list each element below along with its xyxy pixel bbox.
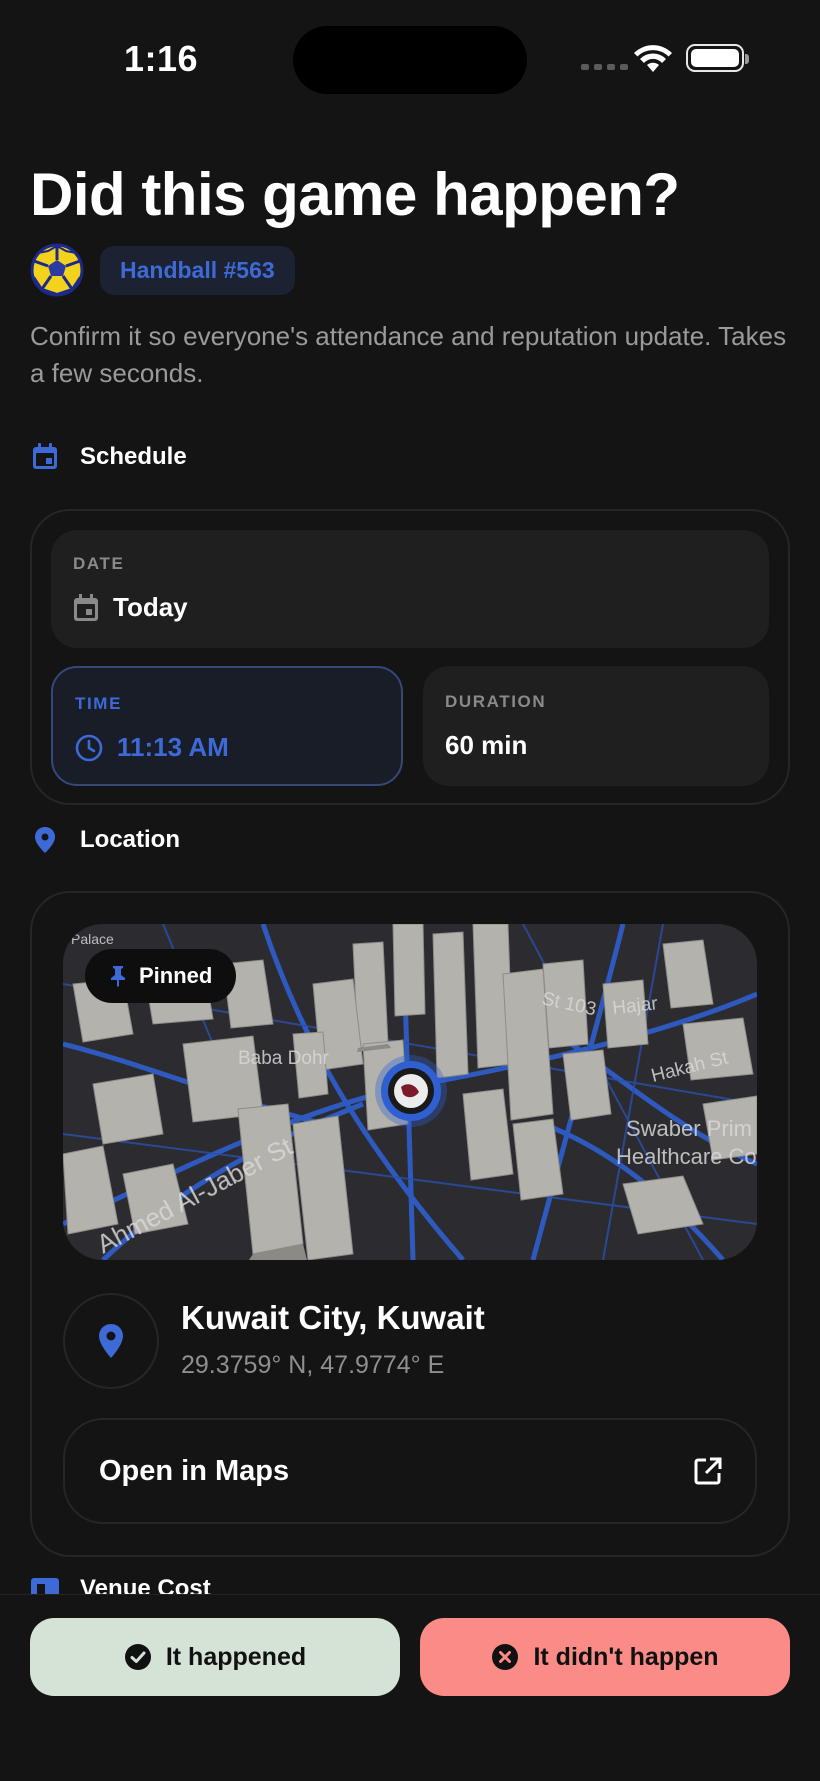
location-card: Palace St 103 Hajar Baba Dohr Hakah St S… xyxy=(30,891,790,1557)
pinned-label: Pinned xyxy=(139,963,213,988)
schedule-section-header: Schedule xyxy=(30,442,187,472)
wifi-icon xyxy=(634,45,672,72)
location-pin-icon xyxy=(99,1324,123,1358)
duration-value: 60 min xyxy=(445,730,528,760)
date-value-row: Today xyxy=(73,592,188,623)
it-happened-button[interactable]: It happened xyxy=(30,1618,400,1696)
dynamic-island xyxy=(293,26,527,94)
schedule-section-title: Schedule xyxy=(80,443,187,470)
sport-row: Handball #563 xyxy=(30,243,295,297)
map-label-palace: Palace xyxy=(71,931,114,947)
location-info-row: Kuwait City, Kuwait 29.3759° N, 47.9774°… xyxy=(63,1293,757,1393)
time-value-row: 11:13 AM xyxy=(75,732,229,763)
clock-icon xyxy=(75,734,103,761)
duration-label: DURATION xyxy=(445,692,547,711)
duration-field[interactable]: DURATION 60 min xyxy=(423,666,769,786)
external-link-icon xyxy=(694,1457,722,1485)
date-label: DATE xyxy=(73,554,125,573)
open-in-maps-button[interactable]: Open in Maps xyxy=(63,1418,757,1524)
bottom-action-bar: It happened It didn't happen xyxy=(0,1594,820,1781)
location-section-header: Location xyxy=(30,825,180,855)
check-circle-icon xyxy=(124,1644,151,1670)
status-bar: 1:16 xyxy=(0,0,820,120)
pin-icon xyxy=(111,966,125,987)
calendar-icon xyxy=(74,593,98,621)
date-value: Today xyxy=(113,592,188,622)
calendar-icon xyxy=(33,443,57,469)
pinned-chip: Pinned xyxy=(85,949,237,1003)
page-title: Did this game happen? xyxy=(30,161,680,228)
page-subtitle: Confirm it so everyone's attendance and … xyxy=(30,321,787,388)
open-in-maps-label: Open in Maps xyxy=(99,1454,290,1487)
status-time: 1:16 xyxy=(124,38,199,79)
location-pin-icon xyxy=(35,827,55,853)
time-field[interactable]: TIME 11:13 AM xyxy=(51,666,403,786)
map-label-swaber-prim: Swaber Prim xyxy=(626,1116,752,1141)
location-coordinates: 29.3759° N, 47.9774° E xyxy=(181,1351,445,1379)
location-pin-badge xyxy=(63,1293,159,1389)
location-section-title: Location xyxy=(80,826,180,853)
cellular-signal-icon xyxy=(581,64,628,70)
map-label-healthcare: Healthcare Co xyxy=(616,1144,757,1169)
schedule-card: DATE Today TIME 11:13 AM DURATION 60 min xyxy=(30,509,790,805)
location-name: Kuwait City, Kuwait xyxy=(181,1299,485,1336)
time-label: TIME xyxy=(75,694,123,713)
date-field[interactable]: DATE Today xyxy=(51,530,769,648)
map-view[interactable]: Palace St 103 Hajar Baba Dohr Hakah St S… xyxy=(63,924,757,1260)
it-didnt-happen-label: It didn't happen xyxy=(533,1642,719,1671)
battery-icon xyxy=(686,44,749,72)
map-label-baba-dohr: Baba Dohr xyxy=(238,1048,330,1069)
time-value: 11:13 AM xyxy=(117,732,229,762)
game-badge: Handball #563 xyxy=(100,245,295,295)
x-circle-icon xyxy=(492,1644,519,1670)
it-happened-label: It happened xyxy=(165,1642,307,1671)
handball-icon xyxy=(30,243,84,297)
it-didnt-happen-button[interactable]: It didn't happen xyxy=(420,1618,790,1696)
map-location-marker xyxy=(375,1055,447,1127)
